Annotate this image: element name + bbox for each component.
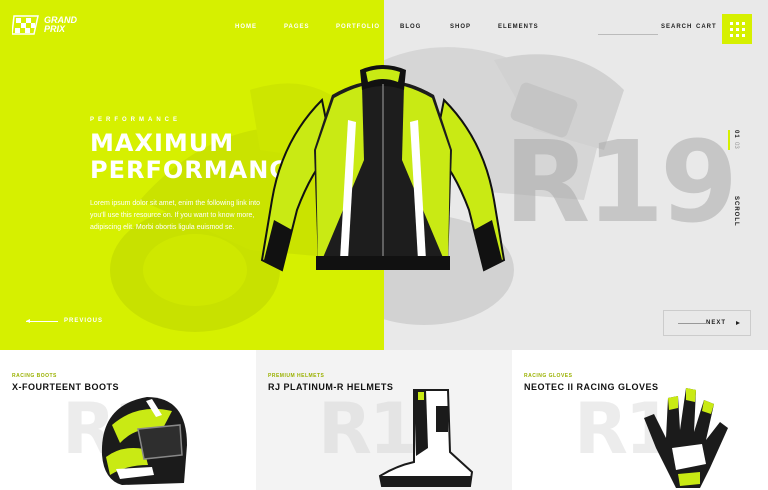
cart-link[interactable]: CART	[696, 24, 717, 30]
previous-label: PREVIOUS	[64, 318, 104, 324]
product-category: RACING GLOVES	[524, 373, 573, 379]
search-underline	[598, 34, 658, 35]
pager-total[interactable]: 03	[733, 142, 739, 149]
boot-image[interactable]	[374, 386, 474, 490]
product-category: PREMIUM HELMETS	[268, 373, 325, 379]
product-card[interactable]: R1 PREMIUM HELMETS RJ PLATINUM-R HELMETS	[256, 350, 512, 490]
nav-item-pages[interactable]: PAGES	[284, 24, 310, 30]
arrow-left-icon	[26, 318, 58, 323]
hero-ghost-number: R19	[504, 118, 738, 248]
pager-current[interactable]: 01	[733, 130, 739, 139]
product-category: RACING BOOTS	[12, 373, 57, 379]
scroll-label[interactable]: SCROLL	[733, 196, 739, 227]
slide-pager: 01 03 SCROLL	[728, 130, 745, 240]
nav-item-blog[interactable]: BLOG	[400, 24, 421, 30]
next-button[interactable]: NEXT	[663, 310, 751, 336]
racing-jacket-image	[260, 65, 506, 272]
product-strip: R1 RACING BOOTS X-FOURTEENT BOOTS R1 PRE…	[0, 350, 768, 490]
nav-item-portfolio[interactable]: PORTFOLIO	[336, 24, 380, 30]
product-card[interactable]: R1 RACING BOOTS X-FOURTEENT BOOTS	[0, 350, 256, 490]
hero-description: Lorem ipsum dolor sit amet, enim the fol…	[90, 200, 261, 231]
product-card[interactable]: R1 RACING GLOVES NEOTEC II RACING GLOVES	[512, 350, 768, 490]
menu-grid-button[interactable]	[722, 14, 752, 44]
glove-image[interactable]	[636, 378, 730, 490]
pager-indicator	[728, 130, 730, 150]
search-link[interactable]: SEARCH	[661, 24, 692, 30]
arrow-right-icon	[736, 321, 740, 325]
nav-item-home[interactable]: HOME	[235, 24, 257, 30]
next-line	[678, 323, 708, 324]
nav-item-elements[interactable]: ELEMENTS	[498, 24, 539, 30]
hero-slider: R19 GRAND PRIX HOME PAGES PORTFOLIO BLOG…	[0, 0, 768, 350]
previous-button[interactable]: PREVIOUS	[26, 318, 103, 324]
next-label: NEXT	[705, 320, 726, 326]
nav-item-shop[interactable]: SHOP	[450, 24, 471, 30]
helmet-image[interactable]	[92, 385, 192, 490]
hero-kicker: PERFORMANCE	[90, 117, 182, 123]
